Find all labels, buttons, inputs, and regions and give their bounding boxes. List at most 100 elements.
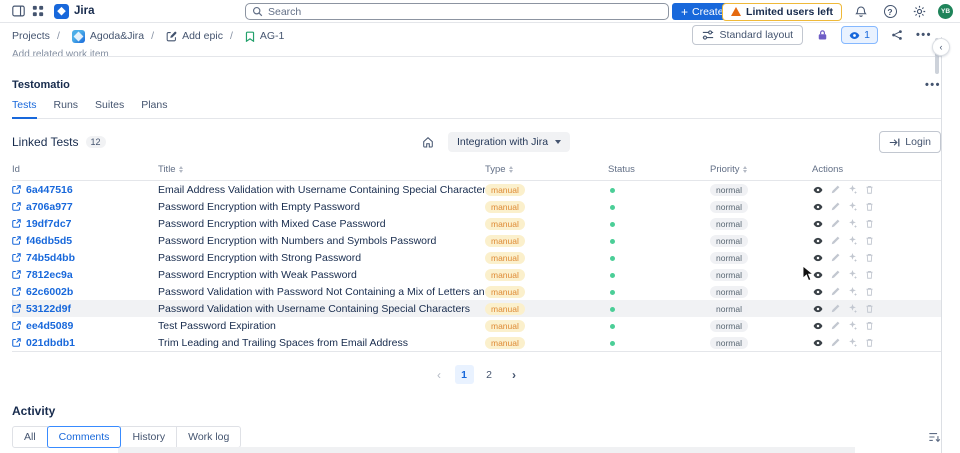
edit-test-button[interactable] [829,218,841,230]
jira-logo[interactable]: Jira [54,3,94,19]
testomatio-more-button[interactable]: ••• [925,79,941,91]
test-id-link[interactable]: 62c6002b [12,286,158,298]
ai-test-button[interactable] [846,320,858,332]
add-related-work-item-link[interactable]: Add related work item [12,49,941,57]
delete-test-button[interactable] [863,303,875,315]
edit-test-button[interactable] [829,252,841,264]
breadcrumb-issue-key[interactable]: AG-1 [223,30,284,42]
ai-test-button[interactable] [846,201,858,213]
delete-test-button[interactable] [863,235,875,247]
test-id-link[interactable]: f46db5d5 [12,235,158,247]
test-table-row[interactable]: 7812ec9a Password Encryption with Weak P… [12,266,941,283]
login-button[interactable]: Login [879,131,941,153]
edit-test-button[interactable] [829,320,841,332]
delete-test-button[interactable] [863,201,875,213]
prev-page-button[interactable]: ‹ [430,365,449,384]
sort-newest-first-button[interactable] [928,431,941,443]
tab-plans[interactable]: Plans [141,99,167,118]
ai-test-button[interactable] [846,252,858,264]
delete-test-button[interactable] [863,218,875,230]
activity-tab-comments[interactable]: Comments [46,426,122,448]
view-test-button[interactable] [812,286,824,298]
next-page-button[interactable]: › [505,365,524,384]
more-actions-button[interactable]: ••• [916,29,932,41]
test-table-row[interactable]: 6a447516 Email Address Validation with U… [12,181,941,198]
test-table-row[interactable]: a706a977 Password Encryption with Empty … [12,198,941,215]
tab-tests[interactable]: Tests [12,99,37,119]
search-input[interactable] [268,5,662,18]
edit-test-button[interactable] [829,184,841,196]
test-id-link[interactable]: ee4d5089 [12,320,158,332]
page-button-2[interactable]: 2 [480,365,499,384]
ai-test-button[interactable] [846,303,858,315]
settings-button[interactable] [909,2,929,22]
view-test-button[interactable] [812,218,824,230]
share-button[interactable] [887,25,907,45]
test-table-row[interactable]: f46db5d5 Password Encryption with Number… [12,232,941,249]
test-table-row[interactable]: 19df7dc7 Password Encryption with Mixed … [12,215,941,232]
edit-test-button[interactable] [829,235,841,247]
restrictions-button[interactable] [812,25,832,45]
notifications-button[interactable] [851,2,871,22]
user-avatar[interactable]: YB [938,4,953,19]
test-id-link[interactable]: 19df7dc7 [12,218,158,230]
collapse-panel-button[interactable]: ‹ [932,38,950,56]
ai-test-button[interactable] [846,269,858,281]
standard-layout-button[interactable]: Standard layout [691,25,804,45]
test-table-row[interactable]: 74b5d4bb Password Encryption with Strong… [12,249,941,266]
test-table-row[interactable]: 021dbdb1 Trim Leading and Trailing Space… [12,334,941,351]
sidebar-toggle-button[interactable] [8,1,28,21]
help-button[interactable]: ? [880,2,900,22]
ai-test-button[interactable] [846,286,858,298]
delete-test-button[interactable] [863,337,875,349]
view-test-button[interactable] [812,269,824,281]
tab-runs[interactable]: Runs [54,99,79,118]
view-test-button[interactable] [812,320,824,332]
integration-dropdown[interactable]: Integration with Jira [448,132,571,152]
ai-test-button[interactable] [846,218,858,230]
test-table-row[interactable]: ee4d5089 Test Password Expiration manual… [12,317,941,334]
breadcrumb-projects[interactable]: Projects [12,30,50,42]
column-header-type[interactable]: Type [485,164,608,175]
activity-tab-all[interactable]: All [12,426,48,448]
column-header-priority[interactable]: Priority [710,164,812,175]
view-test-button[interactable] [812,252,824,264]
delete-test-button[interactable] [863,269,875,281]
view-test-button[interactable] [812,201,824,213]
delete-test-button[interactable] [863,252,875,264]
edit-test-button[interactable] [829,303,841,315]
test-table-row[interactable]: 53122d9f Password Validation with Userna… [12,300,941,317]
page-button-1[interactable]: 1 [454,365,474,384]
watchers-button[interactable]: 1 [841,26,878,44]
edit-test-button[interactable] [829,286,841,298]
app-switcher-button[interactable] [28,1,48,21]
delete-test-button[interactable] [863,320,875,332]
breadcrumb-add-epic[interactable]: Add epic [144,30,223,42]
activity-tab-work-log[interactable]: Work log [176,426,242,448]
view-test-button[interactable] [812,235,824,247]
view-test-button[interactable] [812,303,824,315]
column-header-title[interactable]: Title [158,164,485,175]
test-id-link[interactable]: a706a977 [12,201,158,213]
limited-users-banner[interactable]: Limited users left [722,2,842,21]
ai-test-button[interactable] [846,235,858,247]
edit-test-button[interactable] [829,201,841,213]
home-button[interactable] [418,132,438,152]
view-test-button[interactable] [812,184,824,196]
test-id-link[interactable]: 021dbdb1 [12,337,158,349]
test-id-link[interactable]: 7812ec9a [12,269,158,281]
delete-test-button[interactable] [863,286,875,298]
tab-suites[interactable]: Suites [95,99,124,118]
global-search[interactable] [245,3,669,20]
test-table-row[interactable]: 62c6002b Password Validation with Passwo… [12,283,941,300]
edit-test-button[interactable] [829,337,841,349]
test-id-link[interactable]: 74b5d4bb [12,252,158,264]
test-id-link[interactable]: 53122d9f [12,303,158,315]
edit-test-button[interactable] [829,269,841,281]
activity-tab-history[interactable]: History [120,426,178,448]
ai-test-button[interactable] [846,337,858,349]
test-id-link[interactable]: 6a447516 [12,184,158,196]
breadcrumb-project[interactable]: Agoda&Jira [50,29,144,43]
ai-test-button[interactable] [846,184,858,196]
view-test-button[interactable] [812,337,824,349]
